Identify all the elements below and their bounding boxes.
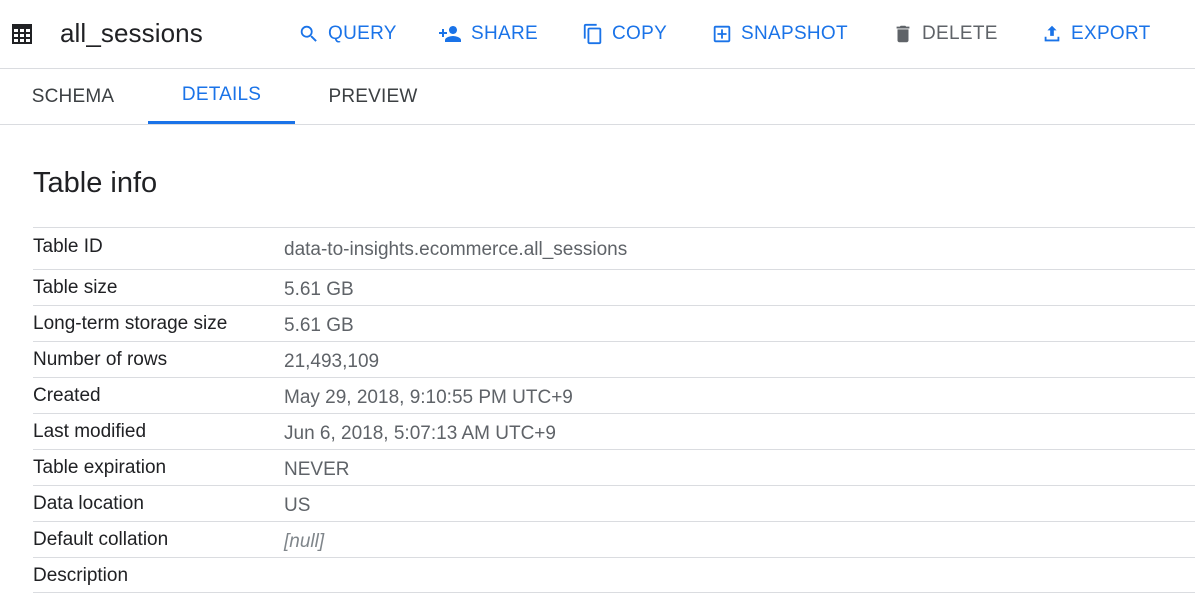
- row-value: NEVER: [284, 459, 350, 480]
- table-row: Last modified Jun 6, 2018, 5:07:13 AM UT…: [33, 413, 1195, 449]
- snapshot-label: SNAPSHOT: [741, 23, 848, 44]
- tab-preview[interactable]: PREVIEW: [298, 69, 448, 124]
- row-label: Data location: [33, 493, 144, 514]
- table-title: all_sessions: [60, 18, 203, 48]
- export-button[interactable]: EXPORT: [1041, 18, 1151, 50]
- share-label: SHARE: [471, 23, 538, 44]
- delete-label: DELETE: [922, 23, 998, 44]
- table-row: Description: [33, 557, 1195, 593]
- row-label: Description: [33, 565, 129, 586]
- row-label: Table ID: [33, 236, 103, 257]
- row-value: 5.61 GB: [284, 315, 354, 336]
- copy-button[interactable]: COPY: [582, 18, 667, 50]
- row-value: US: [284, 495, 311, 516]
- row-value: 5.61 GB: [284, 279, 354, 300]
- tab-details[interactable]: DETAILS: [148, 69, 295, 124]
- copy-icon: [582, 23, 604, 45]
- table-grid-icon: [12, 24, 32, 44]
- row-value: 21,493,109: [284, 351, 380, 372]
- table-row: Number of rows 21,493,109: [33, 341, 1195, 377]
- trash-icon: [892, 23, 914, 45]
- row-label: Last modified: [33, 421, 147, 442]
- table-row: Long-term storage size 5.61 GB: [33, 305, 1195, 341]
- row-label: Table size: [33, 277, 118, 298]
- search-icon: [298, 23, 320, 45]
- delete-button[interactable]: DELETE: [892, 18, 998, 50]
- table-info-list: Table ID data-to-insights.ecommerce.all_…: [33, 227, 1195, 593]
- row-value-null: [null]: [284, 531, 325, 552]
- row-label: Long-term storage size: [33, 313, 228, 334]
- table-row: Table size 5.61 GB: [33, 269, 1195, 305]
- snapshot-button[interactable]: SNAPSHOT: [711, 18, 848, 50]
- export-label: EXPORT: [1071, 23, 1151, 44]
- query-button[interactable]: QUERY: [298, 18, 397, 50]
- copy-label: COPY: [612, 23, 668, 44]
- row-label: Default collation: [33, 529, 169, 550]
- row-label: Number of rows: [33, 349, 168, 370]
- table-row: Table ID data-to-insights.ecommerce.all_…: [33, 227, 1195, 269]
- snapshot-icon: [711, 23, 733, 45]
- tab-schema[interactable]: SCHEMA: [0, 69, 146, 124]
- row-value: May 29, 2018, 9:10:55 PM UTC+9: [284, 387, 573, 408]
- query-label: QUERY: [328, 23, 397, 44]
- table-row: Data location US: [33, 485, 1195, 521]
- tab-bar: SCHEMA DETAILS PREVIEW: [0, 69, 1195, 125]
- table-row: Default collation [null]: [33, 521, 1195, 557]
- row-value: Jun 6, 2018, 5:07:13 AM UTC+9: [284, 423, 556, 444]
- upload-icon: [1041, 23, 1063, 45]
- table-row: Table expiration NEVER: [33, 449, 1195, 485]
- section-title: Table info: [33, 167, 158, 199]
- row-label: Created: [33, 385, 101, 406]
- person-add-icon: [437, 23, 463, 45]
- share-button[interactable]: SHARE: [437, 18, 538, 50]
- row-value: data-to-insights.ecommerce.all_sessions: [284, 239, 628, 260]
- table-row: Created May 29, 2018, 9:10:55 PM UTC+9: [33, 377, 1195, 413]
- table-toolbar: all_sessions QUERY SHARE COPY SNAPSHOT D…: [0, 0, 1195, 69]
- row-label: Table expiration: [33, 457, 167, 478]
